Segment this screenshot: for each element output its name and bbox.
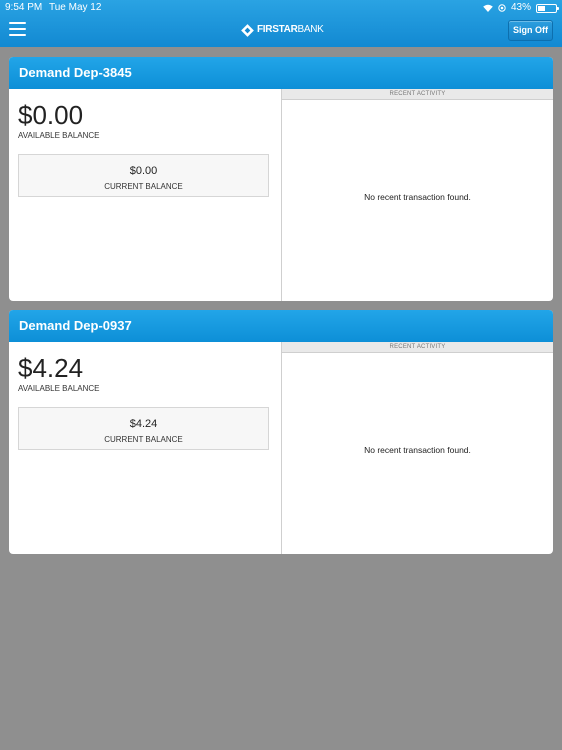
top-bar: 9:54 PM Tue May 12 43% FIRSTARBANK Sign …	[0, 0, 562, 47]
recent-activity-header: RECENT ACTIVITY	[282, 89, 553, 100]
menu-bar-line	[9, 28, 26, 30]
current-balance-label: CURRENT BALANCE	[104, 435, 183, 444]
status-time: 9:54 PM	[5, 2, 43, 13]
current-balance-box: $0.00 CURRENT BALANCE	[18, 154, 269, 197]
brand-name: FIRSTARBANK	[257, 23, 324, 37]
current-balance-box: $4.24 CURRENT BALANCE	[18, 407, 269, 450]
location-icon	[498, 4, 506, 12]
balance-panel: $0.00 AVAILABLE BALANCE $0.00 CURRENT BA…	[9, 89, 281, 301]
available-balance-label: AVAILABLE BALANCE	[18, 131, 100, 140]
menu-bar-line	[9, 22, 26, 24]
recent-activity-empty: No recent transaction found.	[364, 192, 471, 202]
recent-activity-header: RECENT ACTIVITY	[282, 342, 553, 353]
wifi-icon	[483, 4, 493, 12]
hamburger-icon[interactable]	[9, 22, 26, 36]
recent-activity-panel: RECENT ACTIVITY No recent transaction fo…	[281, 89, 553, 301]
balance-panel: $4.24 AVAILABLE BALANCE $4.24 CURRENT BA…	[9, 342, 281, 554]
current-balance-label: CURRENT BALANCE	[104, 182, 183, 191]
brand-light: BANK	[297, 24, 324, 35]
recent-activity-empty: No recent transaction found.	[364, 445, 471, 455]
brand-strong: FIRSTAR	[257, 24, 298, 35]
current-balance-amount: $4.24	[129, 418, 158, 430]
status-right: 43%	[483, 0, 559, 16]
account-title[interactable]: Demand Dep-3845	[9, 57, 553, 89]
account-card[interactable]: Demand Dep-0937 $4.24 AVAILABLE BALANCE …	[9, 310, 553, 554]
recent-activity-panel: RECENT ACTIVITY No recent transaction fo…	[281, 342, 553, 554]
available-balance-amount: $4.24	[18, 353, 84, 383]
available-balance-amount: $0.00	[18, 100, 84, 130]
brand-logo: FIRSTARBANK	[241, 23, 324, 37]
available-balance-label: AVAILABLE BALANCE	[18, 384, 100, 393]
status-bar: 9:54 PM Tue May 12 43%	[0, 0, 562, 16]
battery-fill	[538, 5, 545, 11]
battery-percent: 43%	[510, 2, 531, 13]
account-card[interactable]: Demand Dep-3845 $0.00 AVAILABLE BALANCE …	[9, 57, 553, 301]
account-title[interactable]: Demand Dep-0937	[9, 310, 553, 342]
battery-icon	[536, 3, 559, 13]
status-date: Tue May 12	[49, 2, 102, 13]
menu-bar-line	[9, 34, 26, 36]
sign-off-button[interactable]: Sign Off	[508, 20, 553, 41]
firstar-logo-icon	[241, 23, 254, 37]
current-balance-amount: $0.00	[129, 165, 158, 177]
